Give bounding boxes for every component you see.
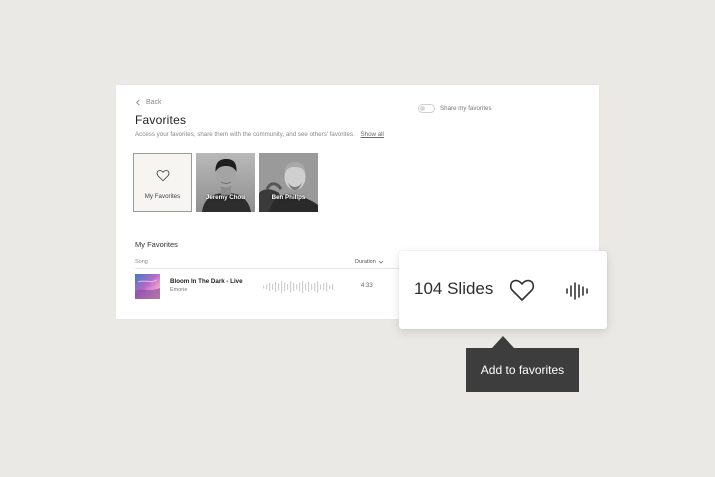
share-toggle-label: Share my favorites bbox=[440, 105, 492, 112]
audio-waveform-icon[interactable] bbox=[565, 281, 591, 301]
waveform-bar bbox=[272, 284, 274, 290]
column-header-duration[interactable]: Duration bbox=[355, 259, 384, 265]
waveform-bar bbox=[332, 284, 334, 290]
duration-header-label: Duration bbox=[355, 259, 376, 265]
song-action-popup: 104 Slides bbox=[399, 251, 607, 329]
share-favorites-control: Share my favorites bbox=[418, 104, 492, 113]
waveform-bar bbox=[317, 281, 319, 293]
section-title: My Favorites bbox=[135, 240, 178, 249]
waveform-bar bbox=[296, 284, 298, 290]
add-to-favorites-tooltip: Add to favorites bbox=[466, 348, 579, 392]
waveform-bar bbox=[326, 282, 328, 292]
collection-card-ben-philips[interactable]: Ben Philips bbox=[259, 153, 318, 212]
waveform-bar bbox=[302, 281, 304, 293]
waveform-bar bbox=[314, 283, 316, 291]
song-artist: Emorie bbox=[170, 287, 188, 293]
collection-label: My Favorites bbox=[144, 193, 181, 200]
waveform-bar bbox=[269, 283, 271, 291]
waveform-bar bbox=[323, 283, 325, 291]
slides-count: 104 Slides bbox=[414, 279, 494, 298]
page-description: Access your favorites, share them with t… bbox=[135, 131, 384, 138]
collection-card-jeremy-chou[interactable]: Jeremy Chou bbox=[196, 153, 255, 212]
chevron-left-icon bbox=[136, 99, 140, 106]
divider bbox=[135, 268, 403, 269]
collection-label: Ben Philips bbox=[271, 194, 306, 201]
chevron-down-icon bbox=[378, 260, 384, 264]
waveform-bar bbox=[293, 283, 295, 291]
share-toggle[interactable] bbox=[418, 104, 435, 113]
waveform-bar bbox=[299, 282, 301, 292]
waveform-bar bbox=[287, 284, 289, 290]
description-text: Access your favorites, share them with t… bbox=[135, 131, 355, 138]
collection-cards: My Favorites Jeremy Chou Ben Philips bbox=[133, 153, 318, 212]
waveform-bar bbox=[311, 284, 313, 290]
album-art bbox=[135, 274, 160, 299]
back-label: Back bbox=[146, 99, 162, 106]
waveform-bar bbox=[290, 281, 292, 293]
waveform-preview bbox=[263, 281, 334, 293]
waveform-bar bbox=[278, 283, 280, 291]
waveform-bar bbox=[308, 282, 310, 292]
waveform-bar bbox=[266, 284, 268, 290]
song-title: Bloom In The Dark - Live bbox=[170, 278, 243, 285]
song-duration: 4:33 bbox=[361, 283, 373, 289]
waveform-bar bbox=[275, 282, 277, 292]
waveform-bar bbox=[281, 281, 283, 293]
back-link[interactable]: Back bbox=[134, 98, 162, 107]
waveform-bar bbox=[284, 282, 286, 292]
heart-icon bbox=[156, 170, 170, 182]
table-row[interactable]: Bloom In The Dark - Live Emorie 4:33 bbox=[135, 273, 403, 301]
waveform-bar bbox=[320, 284, 322, 290]
toggle-knob bbox=[420, 106, 425, 111]
waveform-bar bbox=[305, 283, 307, 291]
collection-label: Jeremy Chou bbox=[205, 194, 246, 201]
collection-card-my-favorites[interactable]: My Favorites bbox=[133, 153, 192, 212]
page-title: Favorites bbox=[135, 113, 187, 127]
tooltip-arrow bbox=[492, 336, 514, 348]
waveform-bar bbox=[263, 285, 265, 289]
jeremy-chou-photo bbox=[196, 153, 255, 212]
heart-outline-icon[interactable] bbox=[509, 278, 535, 302]
ben-philips-photo bbox=[259, 153, 318, 212]
waveform-bar bbox=[329, 285, 331, 289]
column-header-song: Song bbox=[135, 259, 148, 265]
show-all-link[interactable]: Show all bbox=[361, 131, 384, 138]
